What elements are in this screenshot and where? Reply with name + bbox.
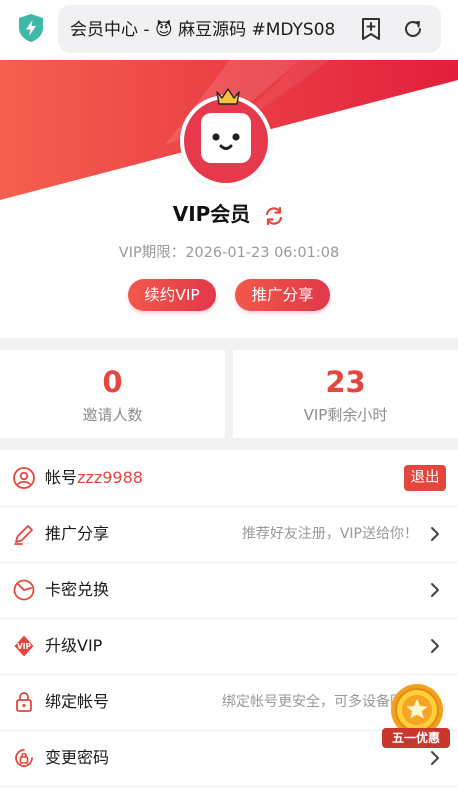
vip-badge-icon: VIP [14, 635, 34, 657]
menu-label-password: 变更密码 [45, 748, 110, 767]
vip-header: VIP会员 VIP期限：2026-01-23 06:01:08 续约VIP 推广… [0, 60, 458, 338]
chevron-right-icon [431, 583, 439, 597]
invite-count-label: 邀请人数 [82, 406, 143, 424]
address-bar[interactable]: 会员中心 - 😈 麻豆源码 #MDYS08 [58, 5, 441, 53]
chevron-right-icon [431, 639, 439, 653]
vip-hours-value: 23 [325, 365, 366, 399]
refresh-icon[interactable] [402, 18, 424, 40]
refresh-status-icon[interactable] [263, 205, 285, 227]
robot-face-icon [201, 113, 251, 163]
bookmark-add-icon[interactable] [360, 17, 382, 41]
menu-label-redeem: 卡密兑换 [45, 580, 110, 599]
vip-hours-label: VIP剩余小时 [303, 406, 388, 424]
menu-row-redeem[interactable]: 卡密兑换 [0, 562, 458, 619]
promo-badge-label[interactable]: 五一优惠 [382, 728, 450, 748]
avatar-image [184, 99, 268, 183]
url-text[interactable]: 会员中心 - 😈 麻豆源码 #MDYS08 [70, 18, 345, 42]
user-icon [13, 467, 35, 489]
chevron-right-icon [431, 751, 439, 765]
vip-expiry: VIP期限：2026-01-23 06:01:08 [118, 245, 340, 261]
invite-count-card: 0 邀请人数 [0, 350, 225, 438]
menu-label-bind: 绑定帐号 [45, 692, 110, 711]
vip-title: VIP会员 [0, 200, 458, 228]
vip-hours-card: 23 VIP剩余小时 [233, 350, 458, 438]
chevron-right-icon [431, 527, 439, 541]
avatar[interactable] [180, 95, 272, 187]
lock-icon [16, 692, 32, 712]
share-button[interactable]: 推广分享 [235, 279, 330, 311]
vip-title-text: VIP会员 [172, 202, 251, 226]
menu-row-upgrade[interactable]: VIP 升级VIP [0, 618, 458, 675]
menu-label-share: 推广分享 [45, 524, 110, 543]
menu-hint-share: 推荐好友注册，VIP送给你！ [241, 526, 418, 542]
shield-bolt-icon[interactable] [17, 13, 45, 43]
pencil-icon [14, 525, 33, 545]
lock-reset-icon [15, 749, 33, 767]
menu-row-account: 帐号zzz9988 退出 [0, 450, 458, 507]
account-label: 帐号zzz9988 [45, 466, 143, 490]
svg-text:VIP: VIP [17, 642, 32, 651]
account-prefix: 帐号 [45, 468, 78, 487]
browser-toolbar: 会员中心 - 😈 麻豆源码 #MDYS08 [0, 0, 458, 60]
menu-row-share[interactable]: 推广分享 推荐好友注册，VIP送给你！ [0, 506, 458, 563]
invite-count-value: 0 [102, 365, 123, 399]
renew-vip-button[interactable]: 续约VIP [128, 279, 216, 311]
menu-label-upgrade: 升级VIP [45, 636, 103, 655]
card-redeem-icon [13, 579, 35, 601]
logout-button[interactable]: 退出 [404, 465, 446, 491]
crown-icon [216, 88, 240, 105]
account-username: zzz9988 [77, 468, 143, 487]
